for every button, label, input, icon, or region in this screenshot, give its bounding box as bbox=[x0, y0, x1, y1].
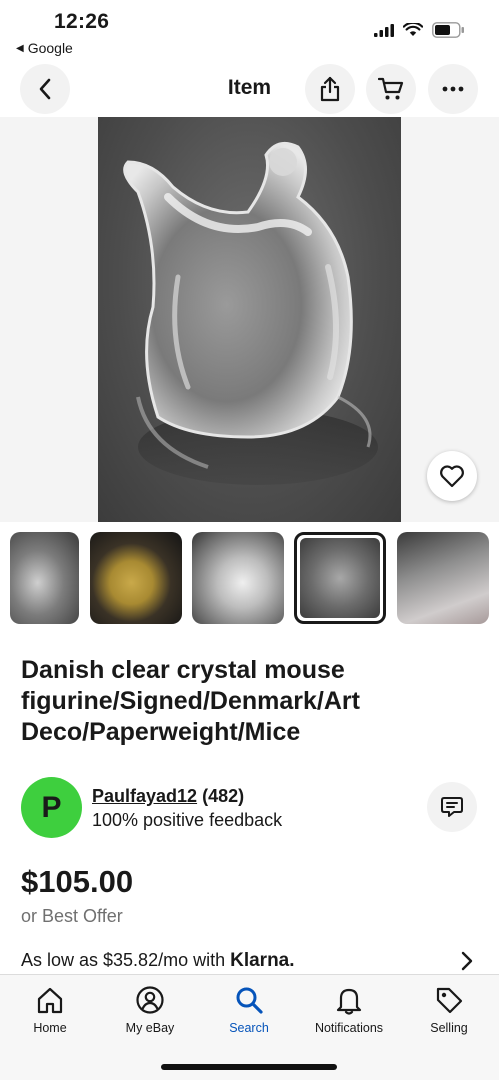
watch-button[interactable] bbox=[427, 451, 477, 501]
thumbnail[interactable] bbox=[10, 532, 79, 624]
user-circle-icon bbox=[136, 986, 164, 1014]
home-icon bbox=[37, 987, 63, 1014]
message-icon bbox=[441, 797, 463, 817]
thumbnail[interactable] bbox=[397, 532, 489, 624]
search-icon bbox=[236, 987, 263, 1014]
battery-icon bbox=[432, 22, 464, 38]
share-icon bbox=[320, 76, 340, 102]
back-to-app-link[interactable]: ◀ Google bbox=[16, 40, 73, 56]
seller-name-link[interactable]: Paulfayad12 bbox=[92, 786, 197, 806]
financing-row[interactable]: As low as $35.82/mo with Klarna. bbox=[21, 950, 295, 972]
tab-search[interactable]: Search bbox=[199, 985, 299, 1035]
tab-home-label: Home bbox=[33, 1021, 67, 1035]
chevron-right-icon[interactable] bbox=[460, 951, 474, 971]
item-header: Item bbox=[0, 62, 499, 116]
klarna-logo: Klarna. bbox=[230, 950, 295, 971]
item-price: $105.00 bbox=[21, 864, 134, 899]
seller-avatar[interactable]: P bbox=[21, 777, 82, 838]
tab-notifications[interactable]: Notifications bbox=[299, 985, 399, 1035]
status-icons bbox=[374, 22, 465, 38]
thumbnail-selected[interactable] bbox=[294, 532, 386, 624]
thumbnail-strip bbox=[0, 532, 499, 624]
financing-text: As low as $35.82/mo with bbox=[21, 950, 226, 970]
back-app-label: Google bbox=[27, 40, 73, 56]
wifi-icon bbox=[403, 23, 423, 36]
cell-signal-icon bbox=[374, 23, 394, 37]
bell-icon bbox=[336, 988, 362, 1015]
tag-icon bbox=[436, 987, 463, 1014]
cart-button[interactable] bbox=[366, 64, 416, 114]
tab-notifications-label: Notifications bbox=[314, 1021, 384, 1035]
more-options-button[interactable] bbox=[428, 64, 478, 114]
tab-selling[interactable]: Selling bbox=[399, 985, 499, 1035]
cart-icon bbox=[378, 77, 404, 100]
page-title: Item bbox=[227, 76, 272, 99]
item-image-gallery[interactable] bbox=[0, 117, 499, 522]
status-bar: 12:26 ◀ Google bbox=[0, 0, 499, 62]
thumbnail[interactable] bbox=[192, 532, 284, 624]
share-button[interactable] bbox=[305, 64, 355, 114]
item-main-photo[interactable] bbox=[98, 117, 401, 522]
left-triangle-icon: ◀ bbox=[16, 42, 24, 54]
seller-feedback: 100% positive feedback bbox=[92, 810, 283, 830]
seller-info[interactable]: Paulfayad12 (482) bbox=[92, 786, 244, 807]
thumbnail[interactable] bbox=[90, 532, 182, 624]
seller-rating-count: (482) bbox=[202, 786, 245, 806]
status-time: 12:26 bbox=[54, 10, 110, 33]
tab-my-ebay-label: My eBay bbox=[125, 1021, 175, 1035]
tab-selling-label: Selling bbox=[430, 1021, 468, 1035]
item-title: Danish clear crystal mouse figurine/Sign… bbox=[21, 656, 360, 746]
tab-search-label: Search bbox=[229, 1021, 269, 1035]
heart-icon bbox=[440, 465, 464, 488]
best-offer-label: or Best Offer bbox=[21, 906, 123, 926]
home-indicator[interactable] bbox=[161, 1064, 337, 1070]
tab-home[interactable]: Home bbox=[0, 985, 100, 1035]
contact-seller-button[interactable] bbox=[427, 782, 477, 832]
ellipsis-icon bbox=[442, 86, 464, 92]
tab-my-ebay[interactable]: My eBay bbox=[100, 985, 200, 1035]
